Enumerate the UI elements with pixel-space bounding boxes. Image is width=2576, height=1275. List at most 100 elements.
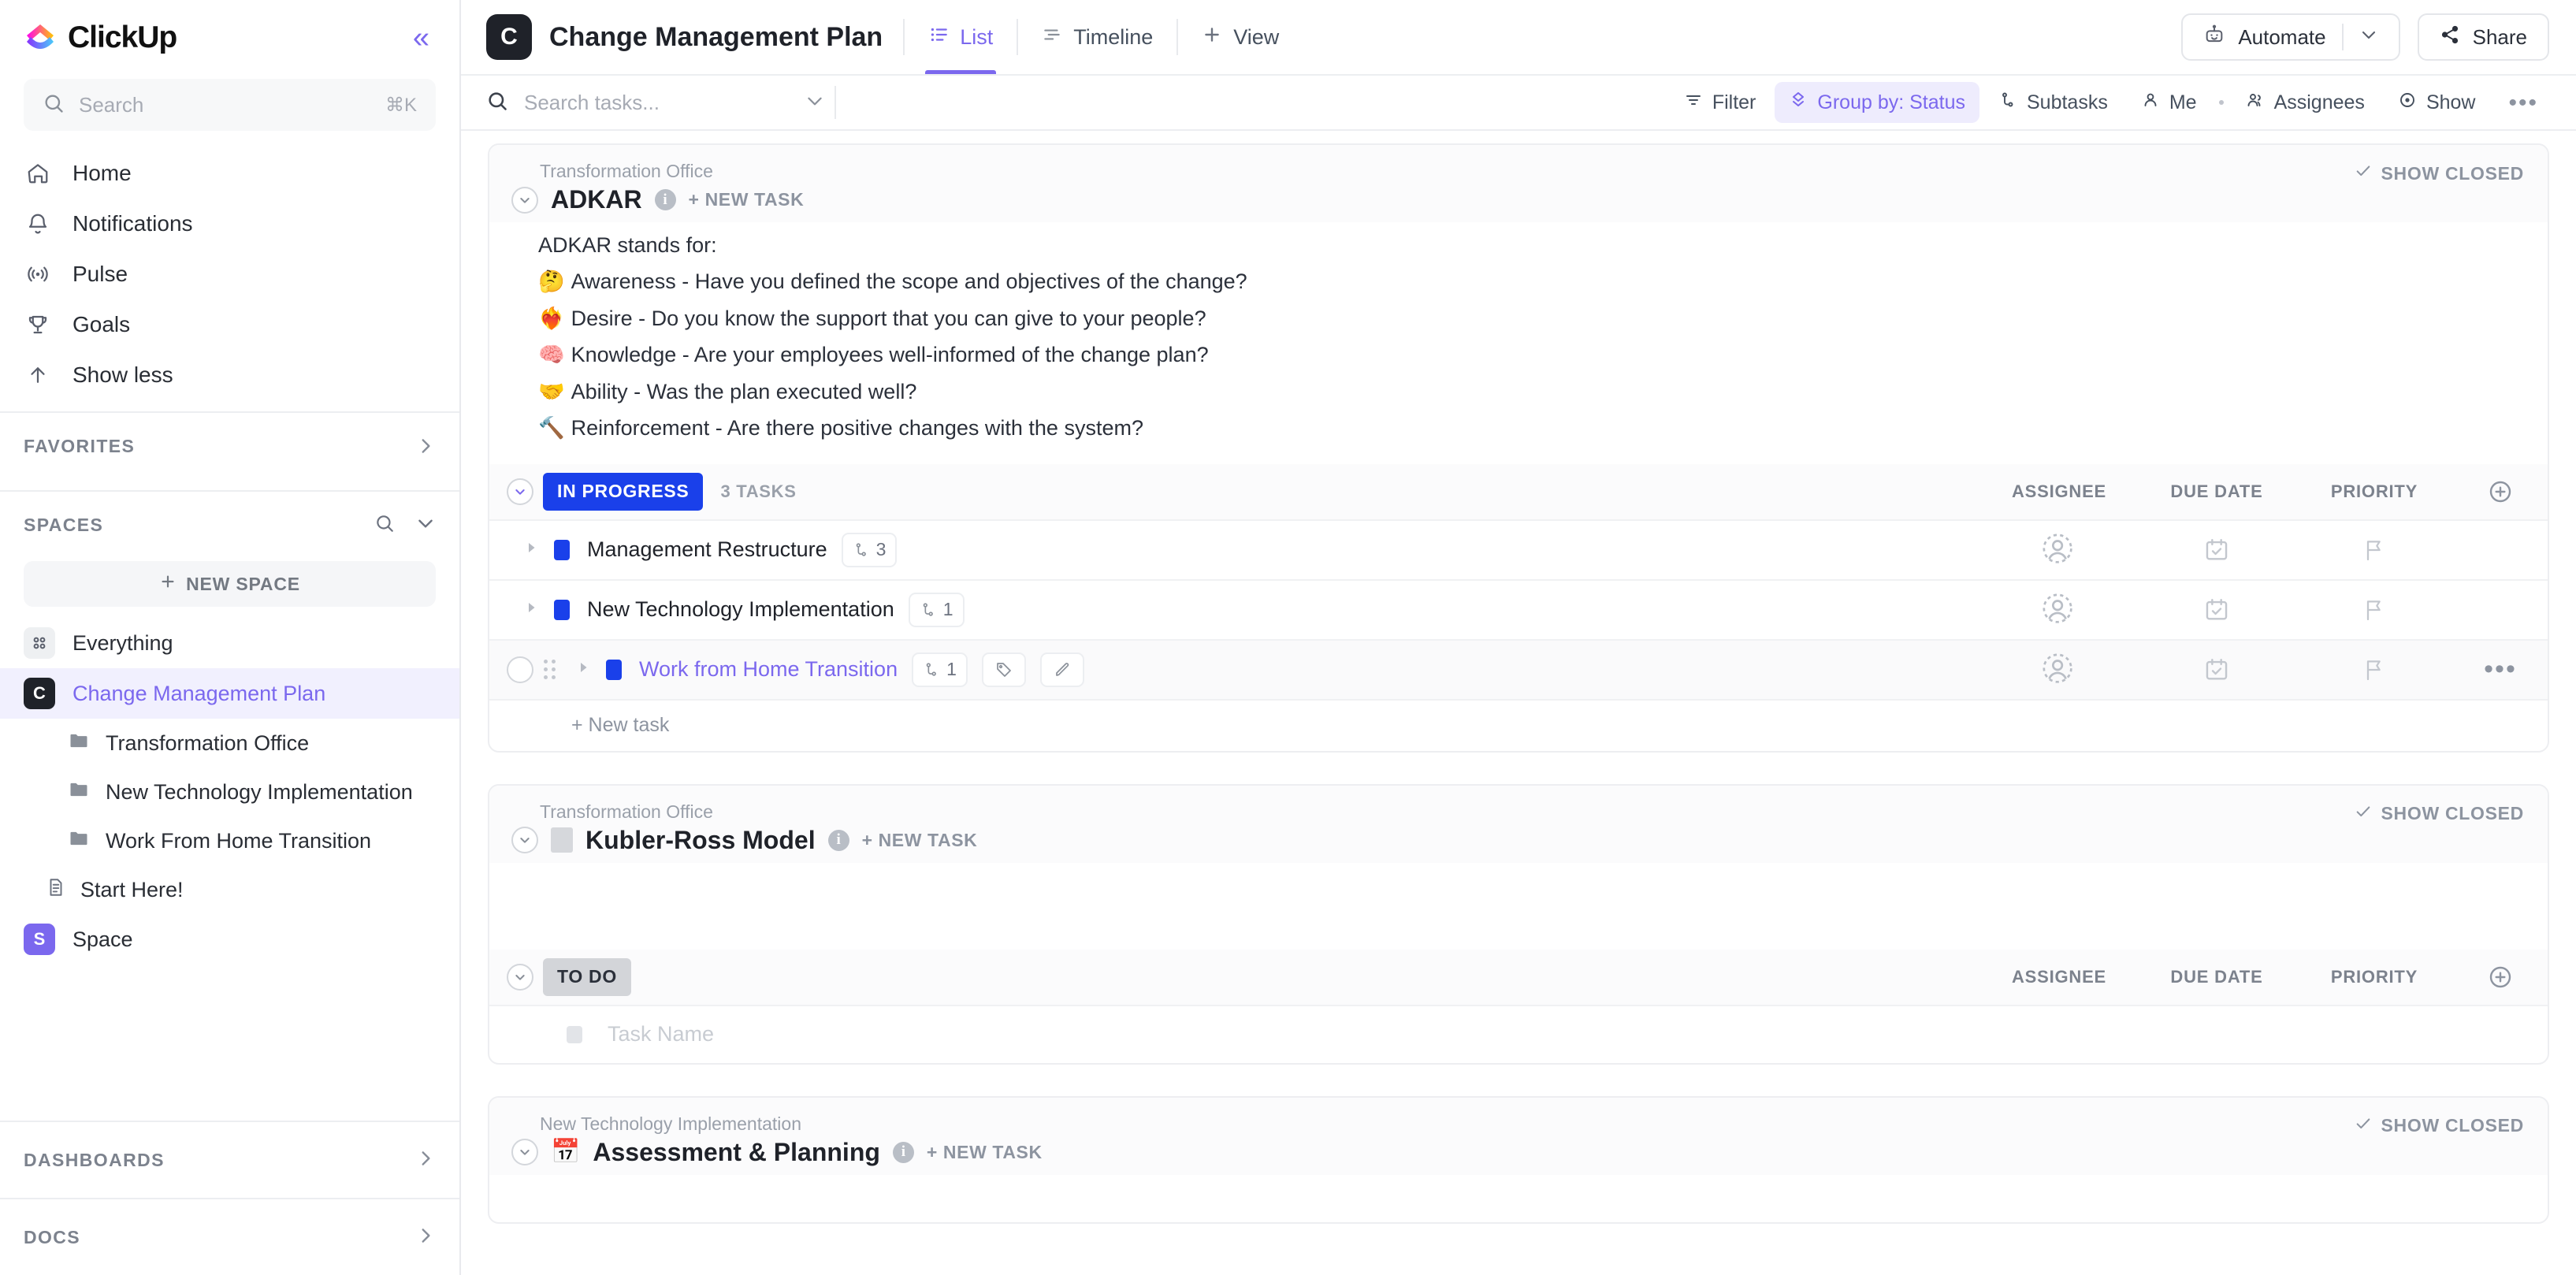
sidebar-section-docs[interactable]: DOCS [0,1198,459,1275]
new-task-placeholder-row[interactable]: Task Name [489,1004,2548,1063]
priority-cell[interactable] [2295,537,2453,563]
row-more-button[interactable]: ••• [2453,656,2548,682]
chevron-down-icon[interactable] [805,91,825,115]
subtask-count-badge[interactable]: 1 [908,592,965,627]
sidebar-item-show-less[interactable]: Show less [0,350,459,400]
due-date-cell[interactable] [2138,656,2295,683]
toolbar-label: Subtasks [2027,91,2108,113]
due-date-cell[interactable] [2138,537,2295,563]
spaces-search-icon[interactable] [374,513,395,537]
column-header-priority: PRIORITY [2330,966,2418,987]
me-button[interactable]: Me [2127,82,2211,123]
sidebar-search[interactable]: Search ⌘K [24,79,436,131]
toolbar-label: Filter [1712,91,1756,113]
expand-subtasks-icon[interactable] [524,600,538,619]
expand-subtasks-icon[interactable] [524,541,538,559]
chevron-right-icon[interactable] [415,1225,436,1250]
search-tasks-input[interactable]: Search tasks... [486,80,825,125]
due-date-cell[interactable] [2138,597,2295,623]
group-title: ADKAR [551,185,642,214]
filter-button[interactable]: Filter [1670,82,1771,123]
add-new-task-row[interactable]: + New task [489,698,2548,751]
chevron-right-icon[interactable] [415,1148,436,1173]
show-closed-button[interactable]: SHOW CLOSED [2355,1115,2524,1137]
breadcrumb: Transformation Office [540,801,713,822]
sidebar-section-dashboards[interactable]: DASHBOARDS [0,1121,459,1198]
chevron-down-icon[interactable] [415,513,436,537]
column-headers: ASSIGNEE DUE DATE PRIORITY [1980,965,2548,990]
status-badge[interactable]: IN PROGRESS [543,472,704,511]
sidebar-item-everything[interactable]: Everything [0,618,459,668]
tab-timeline[interactable]: Timeline [1018,0,1176,74]
collapse-group-icon[interactable] [511,827,538,854]
status-indicator[interactable] [606,659,622,680]
sidebar-item-home[interactable]: Home [0,148,459,199]
sidebar-collapse-icon[interactable]: « [413,23,429,53]
sidebar-item-goals[interactable]: Goals [0,299,459,350]
tab-add-view[interactable]: View [1178,0,1303,74]
priority-cell[interactable] [2295,657,2453,682]
sidebar-item-change-management-plan[interactable]: C Change Management Plan [0,668,459,719]
task-checkbox[interactable] [507,656,533,683]
tag-button[interactable] [981,652,1026,687]
app-root: ClickUp « Search ⌘K Home Notifications P… [0,0,2576,1275]
status-block-to-do: TO DO ASSIGNEE DUE DATE PRIORITY Task Na… [489,949,2548,1063]
sidebar-folder-work-from-home-transition[interactable]: Work From Home Transition [0,816,459,865]
status-indicator[interactable] [554,599,570,620]
new-task-button[interactable]: + NEW TASK [862,830,978,851]
sidebar-doc-start-here[interactable]: Start Here! [0,865,459,914]
info-icon[interactable]: i [892,1141,914,1163]
edit-button[interactable] [1039,652,1084,687]
tab-list[interactable]: List [905,0,1017,74]
more-options-button[interactable]: ••• [2494,82,2552,123]
status-indicator[interactable] [554,539,570,560]
subtasks-button[interactable]: Subtasks [1984,82,2122,123]
sidebar-item-space[interactable]: S Space [0,914,459,965]
show-button[interactable]: Show [2384,82,2490,123]
collapse-status-icon[interactable] [507,963,533,991]
status-badge[interactable]: TO DO [543,957,631,996]
subtask-count-badge[interactable]: 1 [912,652,968,687]
priority-cell[interactable] [2295,597,2453,623]
info-icon[interactable]: i [827,829,849,851]
chevron-down-icon[interactable] [2359,25,2378,50]
new-space-button[interactable]: NEW SPACE [24,561,436,607]
sidebar-section-favorites[interactable]: FAVORITES [0,413,459,479]
task-name[interactable]: Work from Home Transition [639,657,898,682]
collapse-group-icon[interactable] [511,186,538,214]
column-header-assignee: ASSIGNEE [2011,481,2107,501]
share-button[interactable]: Share [2417,13,2549,61]
automate-button[interactable]: Automate [2181,13,2400,61]
add-column-icon[interactable] [2453,479,2548,504]
info-icon[interactable]: i [654,189,676,210]
collapse-status-icon[interactable] [507,478,533,505]
show-closed-button[interactable]: SHOW CLOSED [2355,162,2524,184]
new-task-button[interactable]: + NEW TASK [689,189,805,210]
new-task-button[interactable]: + NEW TASK [927,1142,1043,1163]
show-closed-button[interactable]: SHOW CLOSED [2355,803,2524,825]
assignee-cell[interactable] [1980,652,2138,688]
document-icon [46,877,66,903]
sidebar-folder-new-technology-implementation[interactable]: New Technology Implementation [0,768,459,816]
expand-subtasks-icon[interactable] [576,660,590,678]
add-column-icon[interactable] [2453,965,2548,990]
drag-handle-icon[interactable] [540,660,559,680]
chevron-right-icon[interactable] [415,436,436,456]
collapse-group-icon[interactable] [511,1139,538,1166]
task-name[interactable]: Management Restructure [587,537,827,562]
clickup-logo[interactable]: ClickUp [24,20,177,55]
sidebar-item-pulse[interactable]: Pulse [0,249,459,299]
table-row[interactable]: New Technology Implementation 1 [489,578,2548,639]
automate-label: Automate [2238,24,2326,49]
assignee-cell[interactable] [1980,592,2138,628]
table-row[interactable]: Management Restructure 3 [489,519,2548,579]
assignee-cell[interactable] [1980,532,2138,568]
task-name[interactable]: New Technology Implementation [587,597,894,622]
subtask-count-badge[interactable]: 3 [841,532,898,567]
arrow-up-icon [24,361,52,389]
sidebar-folder-transformation-office[interactable]: Transformation Office [0,719,459,768]
table-row[interactable]: Work from Home Transition 1 ••• [489,638,2548,699]
assignees-button[interactable]: Assignees [2232,82,2379,123]
sidebar-item-notifications[interactable]: Notifications [0,199,459,249]
group-by-button[interactable]: Group by: Status [1775,82,1979,123]
